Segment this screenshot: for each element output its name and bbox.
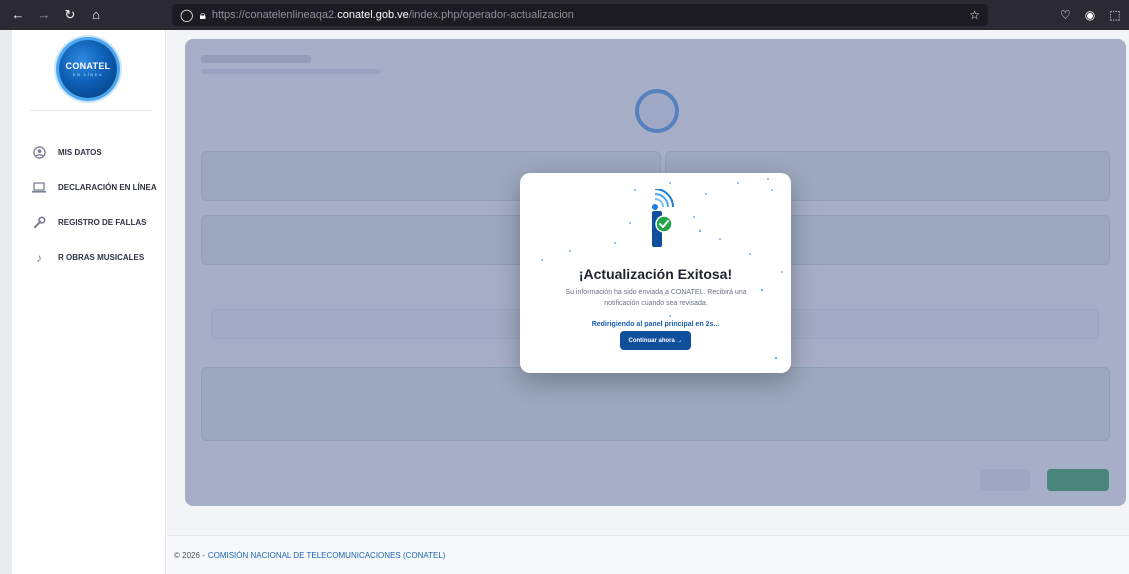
signal-success-icon bbox=[652, 189, 674, 247]
sidebar-item-label: R OBRAS MUSICALES bbox=[58, 253, 145, 262]
extensions-icon[interactable]: ⬚ bbox=[1109, 8, 1120, 22]
account-icon[interactable]: ◉ bbox=[1085, 8, 1095, 22]
sidebar-item-fallas[interactable]: REGISTRO DE FALLAS bbox=[32, 205, 157, 240]
footer-org-link[interactable]: COMISIÓN NACIONAL DE TELECOMUNICACIONES … bbox=[208, 551, 446, 560]
sidebar-item-label: REGISTRO DE FALLAS bbox=[58, 218, 147, 227]
pocket-icon[interactable]: ♡ bbox=[1060, 8, 1071, 22]
shield-icon[interactable]: ◯ bbox=[180, 8, 193, 22]
reload-icon[interactable]: ↻ bbox=[62, 7, 78, 23]
sidebar-item-label: MIS DATOS bbox=[58, 148, 102, 157]
music-note-icon: ♪ bbox=[36, 250, 42, 265]
sidebar-menu: MIS DATOS DECLARACIÓN EN LÍNEA REGISTRO … bbox=[32, 135, 157, 275]
sidebar-item-mis-datos[interactable]: MIS DATOS bbox=[32, 135, 157, 170]
toolbar-icons: ♡ ◉ ⬚ bbox=[1060, 8, 1121, 22]
sidebar: CONATEL EN LÍNEA MIS DATOS DECLARACIÓN E… bbox=[12, 30, 166, 574]
bookmark-star-icon[interactable]: ☆ bbox=[969, 8, 980, 22]
back-icon[interactable]: ← bbox=[10, 7, 26, 23]
wrench-icon bbox=[32, 216, 46, 230]
sidebar-item-obras-musicales[interactable]: ♪ R OBRAS MUSICALES bbox=[32, 240, 157, 275]
laptop-icon bbox=[32, 181, 46, 195]
browser-toolbar: ← → ↻ ⌂ ◯ 🔒︎ https://conatelenlineaqa2.c… bbox=[0, 0, 1129, 30]
redirect-countdown: Redirigiendo al panel principal en 2s... bbox=[591, 321, 720, 328]
sidebar-divider bbox=[30, 110, 152, 111]
url-text[interactable]: https://conatelenlineaqa2.conatel.gob.ve… bbox=[212, 9, 963, 21]
sidebar-item-declaracion[interactable]: DECLARACIÓN EN LÍNEA bbox=[32, 170, 157, 205]
sidebar-item-label: DECLARACIÓN EN LÍNEA bbox=[58, 183, 157, 192]
lock-icon[interactable]: 🔒︎ bbox=[199, 8, 205, 23]
user-circle-icon bbox=[32, 146, 46, 160]
address-bar[interactable]: ◯ 🔒︎ https://conatelenlineaqa2.conatel.g… bbox=[172, 4, 988, 26]
modal-message: Su información ha sido enviada a CONATEL… bbox=[565, 289, 747, 307]
continue-now-button[interactable]: Continuar ahora → bbox=[620, 331, 691, 350]
nav-buttons: ← → ↻ ⌂ bbox=[0, 7, 172, 23]
modal-title: ¡Actualización Exitosa! bbox=[578, 266, 733, 282]
home-icon[interactable]: ⌂ bbox=[88, 7, 104, 23]
success-modal: ¡Actualización Exitosa! Su información h… bbox=[520, 173, 791, 373]
conatel-logo[interactable]: CONATEL EN LÍNEA bbox=[59, 40, 117, 98]
footer: © 2026 - COMISIÓN NACIONAL DE TELECOMUNI… bbox=[167, 535, 1129, 574]
forward-icon[interactable]: → bbox=[36, 7, 52, 23]
